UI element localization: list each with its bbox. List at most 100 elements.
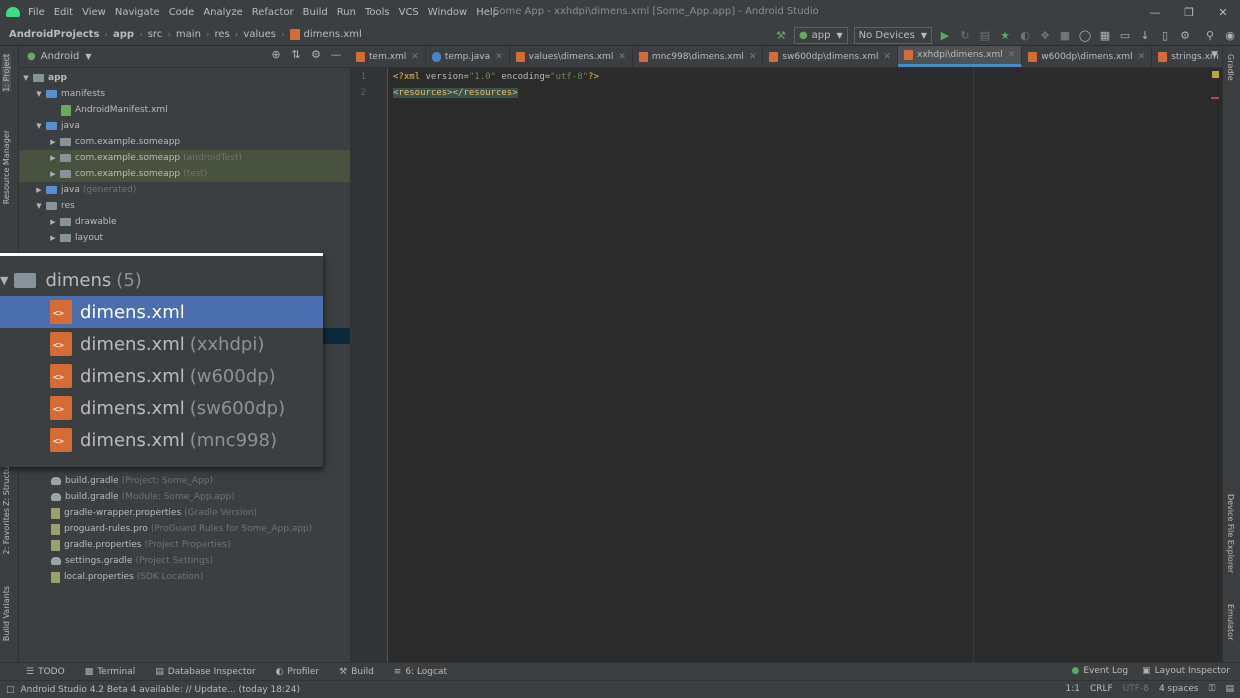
tree-row-package[interactable]: ▶ com.example.someapp [19,134,350,150]
tab-profiler[interactable]: ◐ Profiler [276,667,320,677]
collapse-all-icon[interactable]: ⇅ [286,48,306,61]
tree-row-build-gradle-module[interactable]: build.gradle (Module: Some_App.app) [19,489,350,505]
restore-icon[interactable]: ❐ [1172,0,1206,24]
chevron-right-icon[interactable]: ▶ [48,138,58,146]
chevron-down-icon[interactable]: ▼ [21,74,31,82]
device-manager-icon[interactable]: ▯ [1156,26,1174,44]
menu-tools[interactable]: Tools [365,7,390,18]
error-stripe-mark[interactable] [1211,97,1219,99]
menu-navigate[interactable]: Navigate [115,7,160,18]
memory-indicator-icon[interactable]: ▤ [1225,684,1234,694]
status-toggle-icon[interactable]: □ [6,685,15,695]
tab-values-dimens[interactable]: values\dimens.xml ✕ [510,46,633,67]
tab-emulator[interactable]: Emulator [1226,604,1235,640]
chevron-right-icon[interactable]: ▶ [48,218,58,226]
gear-icon[interactable]: ⚙ [306,48,326,61]
settings-icon[interactable]: ⚙ [1176,26,1194,44]
tree-row-app[interactable]: ▼ app [19,70,350,86]
zoom-row-dimens-mnc998[interactable]: dimens.xml (mnc998) [0,424,323,456]
chevron-right-icon[interactable]: ▶ [48,170,58,178]
breadcrumb-project[interactable]: AndroidProjects [9,29,99,40]
menu-code[interactable]: Code [169,7,195,18]
menu-view[interactable]: View [82,7,106,18]
menu-edit[interactable]: Edit [54,7,73,18]
menu-build[interactable]: Build [303,7,328,18]
run-config-select[interactable]: ● app ▼ [793,26,848,44]
device-select[interactable]: No Devices ▼ [853,26,932,44]
tab-terminal[interactable]: ▩ Terminal [85,667,136,677]
tab-event-log[interactable]: ● Event Log [1071,666,1128,676]
breadcrumb-res[interactable]: res [215,29,230,40]
tab-xxhdpi-dimens[interactable]: xxhdpi\dimens.xml ✕ [898,46,1023,67]
close-tab-icon[interactable]: ✕ [495,52,503,62]
tab-mnc998-dimens[interactable]: mnc998\dimens.xml ✕ [633,46,764,67]
menu-refactor[interactable]: Refactor [252,7,294,18]
tab-device-file-explorer[interactable]: Device File Explorer [1226,494,1235,573]
apply-changes-icon[interactable]: ▤ [976,26,994,44]
stop-icon[interactable]: ■ [1056,26,1074,44]
tab-w600dp-dimens[interactable]: w600dp\dimens.xml ✕ [1022,46,1153,67]
attach-debugger-icon[interactable]: ❖ [1036,26,1054,44]
search-icon[interactable]: ⚲ [1201,26,1219,44]
menu-run[interactable]: Run [337,7,356,18]
chevron-right-icon[interactable]: ▶ [48,234,58,242]
minimize-icon[interactable]: — [1138,0,1172,24]
tab-layout-inspector[interactable]: ▣ Layout Inspector [1142,666,1230,676]
avd-manager-icon[interactable]: ▭ [1116,26,1134,44]
close-tab-icon[interactable]: ✕ [883,52,891,62]
locate-file-icon[interactable]: ⊕ [266,48,286,61]
chevron-right-icon[interactable]: ▶ [34,186,44,194]
tab-gradle[interactable]: Gradle [1226,54,1235,81]
breadcrumb-app[interactable]: app [113,29,134,40]
inspection-status-icon[interactable] [1212,71,1219,78]
tree-row-manifests[interactable]: ▼ manifests [19,86,350,102]
tree-row-local-properties[interactable]: local.properties (SDK Location) [19,569,350,585]
close-tab-icon[interactable]: ✕ [411,52,419,62]
menu-file[interactable]: File [28,7,45,18]
breadcrumb-values[interactable]: values [243,29,276,40]
tree-row-drawable[interactable]: ▶ drawable [19,214,350,230]
indent-setting[interactable]: 4 spaces [1159,684,1199,694]
code-editor[interactable]: <?xml version="1.0" encoding="utf-8"?> <… [389,68,1222,662]
tree-row-settings-gradle[interactable]: settings.gradle (Project Settings) [19,553,350,569]
zoom-row-dimens-w600dp[interactable]: dimens.xml (w600dp) [0,360,323,392]
close-tab-icon[interactable]: ✕ [1008,50,1016,60]
rerun-icon[interactable]: ↻ [956,26,974,44]
tree-row-package-androidtest[interactable]: ▶ com.example.someapp (androidTest) [19,150,350,166]
menu-window[interactable]: Window [428,7,467,18]
tab-sw600dp-dimens[interactable]: sw600dp\dimens.xml ✕ [763,46,899,67]
close-tab-icon[interactable]: ✕ [749,52,757,62]
sync-gradle-icon[interactable]: ◯ [1076,26,1094,44]
tab-project-tool[interactable]: 1: Project [2,54,11,92]
tree-row-gradle-properties[interactable]: gradle.properties (Project Properties) [19,537,350,553]
chevron-down-icon[interactable]: ▼ [85,52,91,61]
tabs-overflow-chevron-icon[interactable]: ▼ [1211,50,1218,60]
close-tab-icon[interactable]: ✕ [1138,52,1146,62]
sdk-manager-icon[interactable]: ↓ [1136,26,1154,44]
tab-database-inspector[interactable]: ▤ Database Inspector [155,667,255,677]
menu-analyze[interactable]: Analyze [203,7,242,18]
tree-row-layout[interactable]: ▶ layout [19,230,350,246]
tab-build-variants[interactable]: Build Variants [2,586,11,641]
tree-row-res[interactable]: ▼ res [19,198,350,214]
caret-position[interactable]: 1:1 [1065,684,1079,694]
chevron-down-icon[interactable]: ▼ [34,122,44,130]
zoom-row-dimens-sw600dp[interactable]: dimens.xml (sw600dp) [0,392,323,424]
chevron-down-icon[interactable]: ▼ [34,202,44,210]
tab-todo[interactable]: ☰ TODO [26,667,65,677]
breadcrumb-src[interactable]: src [148,29,163,40]
chevron-right-icon[interactable]: ▶ [48,154,58,162]
tab-favorites[interactable]: 2: Favorites [2,508,11,554]
project-structure-icon[interactable]: ▦ [1096,26,1114,44]
tree-row-gradle-wrapper[interactable]: gradle-wrapper.properties (Gradle Version… [19,505,350,521]
assistant-icon[interactable]: ◉ [1221,26,1239,44]
tab-build[interactable]: ⚒ Build [339,667,374,677]
chevron-down-icon[interactable]: ▼ [0,274,8,287]
tree-row-proguard[interactable]: proguard-rules.pro (ProGuard Rules for So… [19,521,350,537]
line-separator[interactable]: CRLF [1090,684,1113,694]
tab-temp-java[interactable]: temp.java ✕ [426,46,510,67]
breadcrumb-file[interactable]: dimens.xml [304,29,362,40]
breadcrumb-main[interactable]: main [176,29,201,40]
tab-resource-manager[interactable]: Resource Manager [2,130,11,204]
zoom-row-dimens-default[interactable]: dimens.xml [0,296,323,328]
